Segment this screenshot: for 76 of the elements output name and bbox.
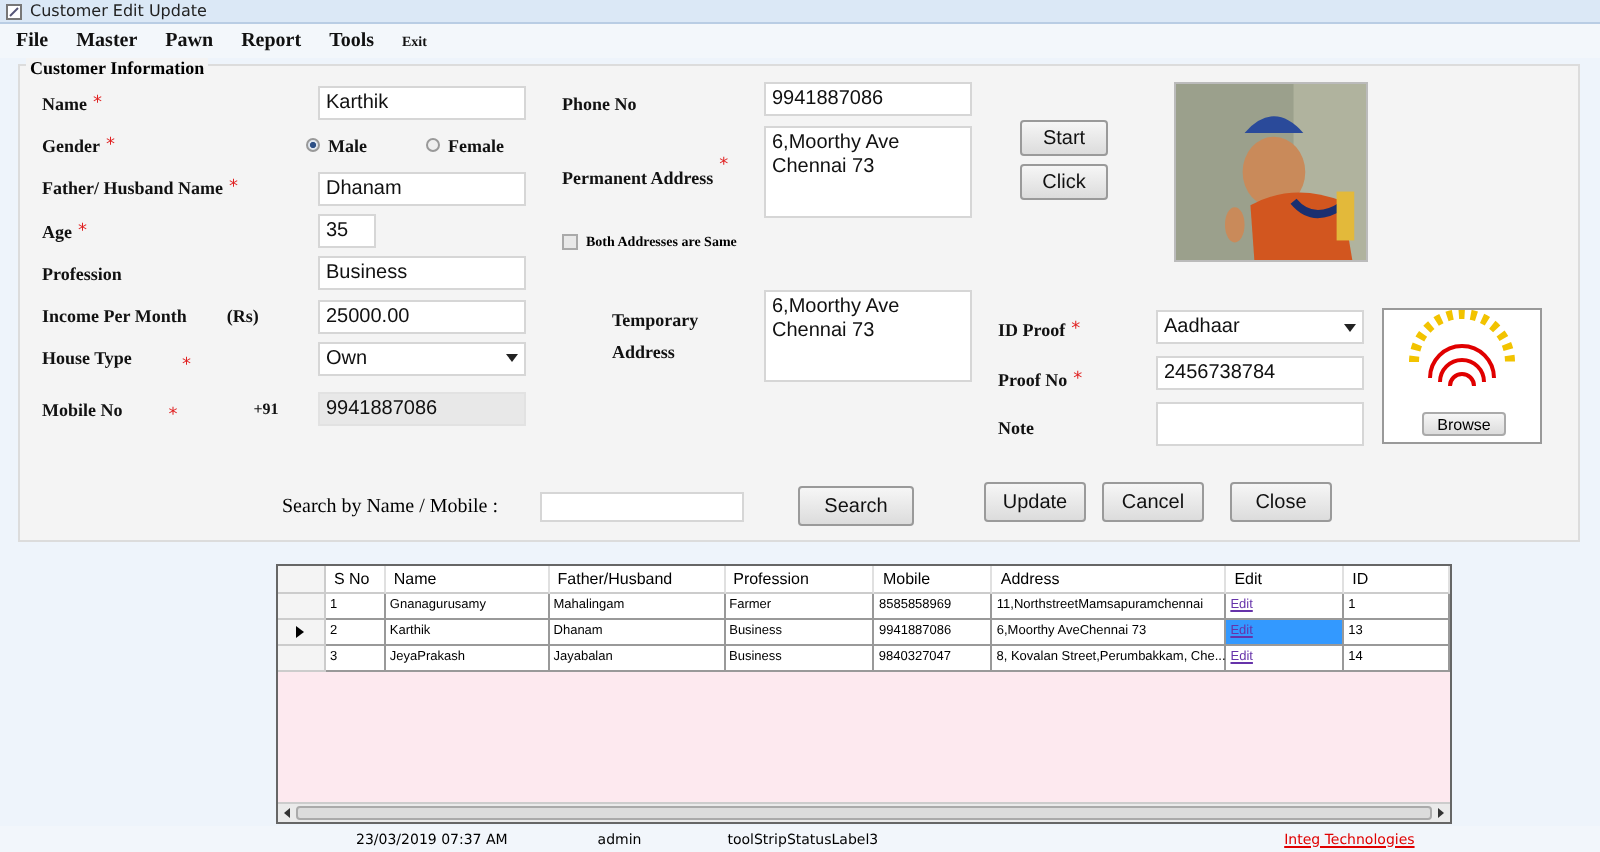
field-label: Address — [612, 342, 677, 362]
menu-item[interactable]: Tools — [329, 30, 374, 52]
field-label: Temporary — [612, 310, 701, 330]
dropdown[interactable]: Aadhaar — [1156, 310, 1364, 344]
unit-label: (Rs) — [226, 306, 259, 327]
menu-item[interactable]: Pawn — [165, 30, 214, 52]
field-label: Name — [42, 93, 87, 114]
field-label: Note — [998, 417, 1034, 437]
text-field[interactable]: 9941887086 — [318, 392, 526, 427]
field-label: Proof No — [998, 369, 1068, 389]
dropdown[interactable]: Own — [318, 341, 526, 376]
required-mark: * — [1071, 319, 1081, 339]
action-button[interactable]: Cancel — [1102, 482, 1204, 522]
menu-item[interactable]: File — [16, 30, 49, 52]
text-field[interactable]: Karthik — [318, 86, 526, 121]
horizontal-scrollbar[interactable] — [278, 802, 1450, 822]
radio-label: Male — [328, 135, 367, 156]
text-field[interactable]: 2456738784 — [1156, 356, 1364, 390]
required-mark: * — [181, 355, 191, 376]
text-field[interactable]: Business — [318, 256, 526, 291]
field-label: Father/ Husband Name — [42, 178, 224, 199]
text-field[interactable]: 35 — [318, 214, 376, 249]
column-header[interactable]: Address — [992, 566, 1227, 594]
required-mark: * — [719, 156, 729, 177]
radio-button[interactable] — [306, 138, 320, 153]
checkbox[interactable] — [562, 234, 578, 250]
action-button[interactable]: Close — [1230, 482, 1332, 522]
field-label: ID Proof — [998, 319, 1066, 339]
radio-label: Female — [448, 135, 504, 156]
required-mark: * — [229, 178, 239, 199]
text-field[interactable]: Dhanam — [318, 171, 526, 206]
column-header[interactable]: Mobile — [874, 566, 993, 594]
action-button[interactable]: Update — [984, 482, 1086, 522]
column-header[interactable]: ID — [1344, 566, 1450, 594]
column-header[interactable]: Edit — [1226, 566, 1345, 594]
field-label: Gender — [42, 135, 100, 156]
row-pointer-icon — [296, 626, 305, 638]
window-title: Customer Edit Update — [30, 2, 207, 20]
text-field[interactable]: 25000.00 — [318, 299, 526, 334]
column-header[interactable]: Father/Husband — [549, 566, 726, 594]
country-code: +91 — [253, 400, 279, 419]
field-label: Permanent Address — [562, 167, 714, 187]
column-header[interactable]: Profession — [725, 566, 875, 594]
field-label: House Type — [42, 348, 132, 369]
field-label: Income Per Month — [42, 306, 187, 327]
address-field[interactable]: 6,Moorthy Ave Chennai 73 — [764, 126, 972, 218]
dropdown-caret-icon — [1344, 323, 1356, 331]
radio-button[interactable] — [426, 138, 440, 153]
scroll-right-icon[interactable] — [1438, 808, 1444, 818]
field-label: Age — [42, 221, 72, 242]
search-field[interactable] — [540, 491, 744, 521]
browse-button[interactable]: Browse — [1422, 412, 1506, 436]
app-icon — [6, 3, 22, 19]
required-mark: * — [106, 135, 115, 156]
field-label: Phone No — [562, 94, 637, 114]
search-button[interactable]: Search — [798, 486, 914, 526]
menu-item[interactable]: Master — [76, 30, 138, 52]
required-mark: * — [1073, 369, 1083, 389]
required-mark: * — [78, 221, 87, 242]
group-title: Customer Information — [26, 58, 209, 78]
column-header[interactable]: Name — [385, 566, 550, 594]
required-mark: * — [168, 406, 178, 427]
dropdown-caret-icon — [506, 354, 518, 363]
scroll-left-icon[interactable] — [284, 808, 290, 818]
camera-button[interactable]: Click — [1020, 164, 1108, 200]
camera-button[interactable]: Start — [1020, 120, 1108, 156]
address-field[interactable]: 6,Moorthy Ave Chennai 73 — [764, 290, 972, 382]
text-field[interactable]: 9941887086 — [764, 82, 972, 116]
field-label: Profession — [42, 263, 122, 284]
note-field[interactable] — [1156, 402, 1364, 446]
search-label: Search by Name / Mobile : — [282, 495, 501, 517]
menu-item[interactable]: Report — [241, 30, 302, 52]
field-label: Mobile No — [42, 399, 123, 420]
required-mark: * — [93, 93, 102, 114]
row-header[interactable] — [278, 620, 326, 646]
column-header[interactable]: S No — [325, 566, 386, 594]
